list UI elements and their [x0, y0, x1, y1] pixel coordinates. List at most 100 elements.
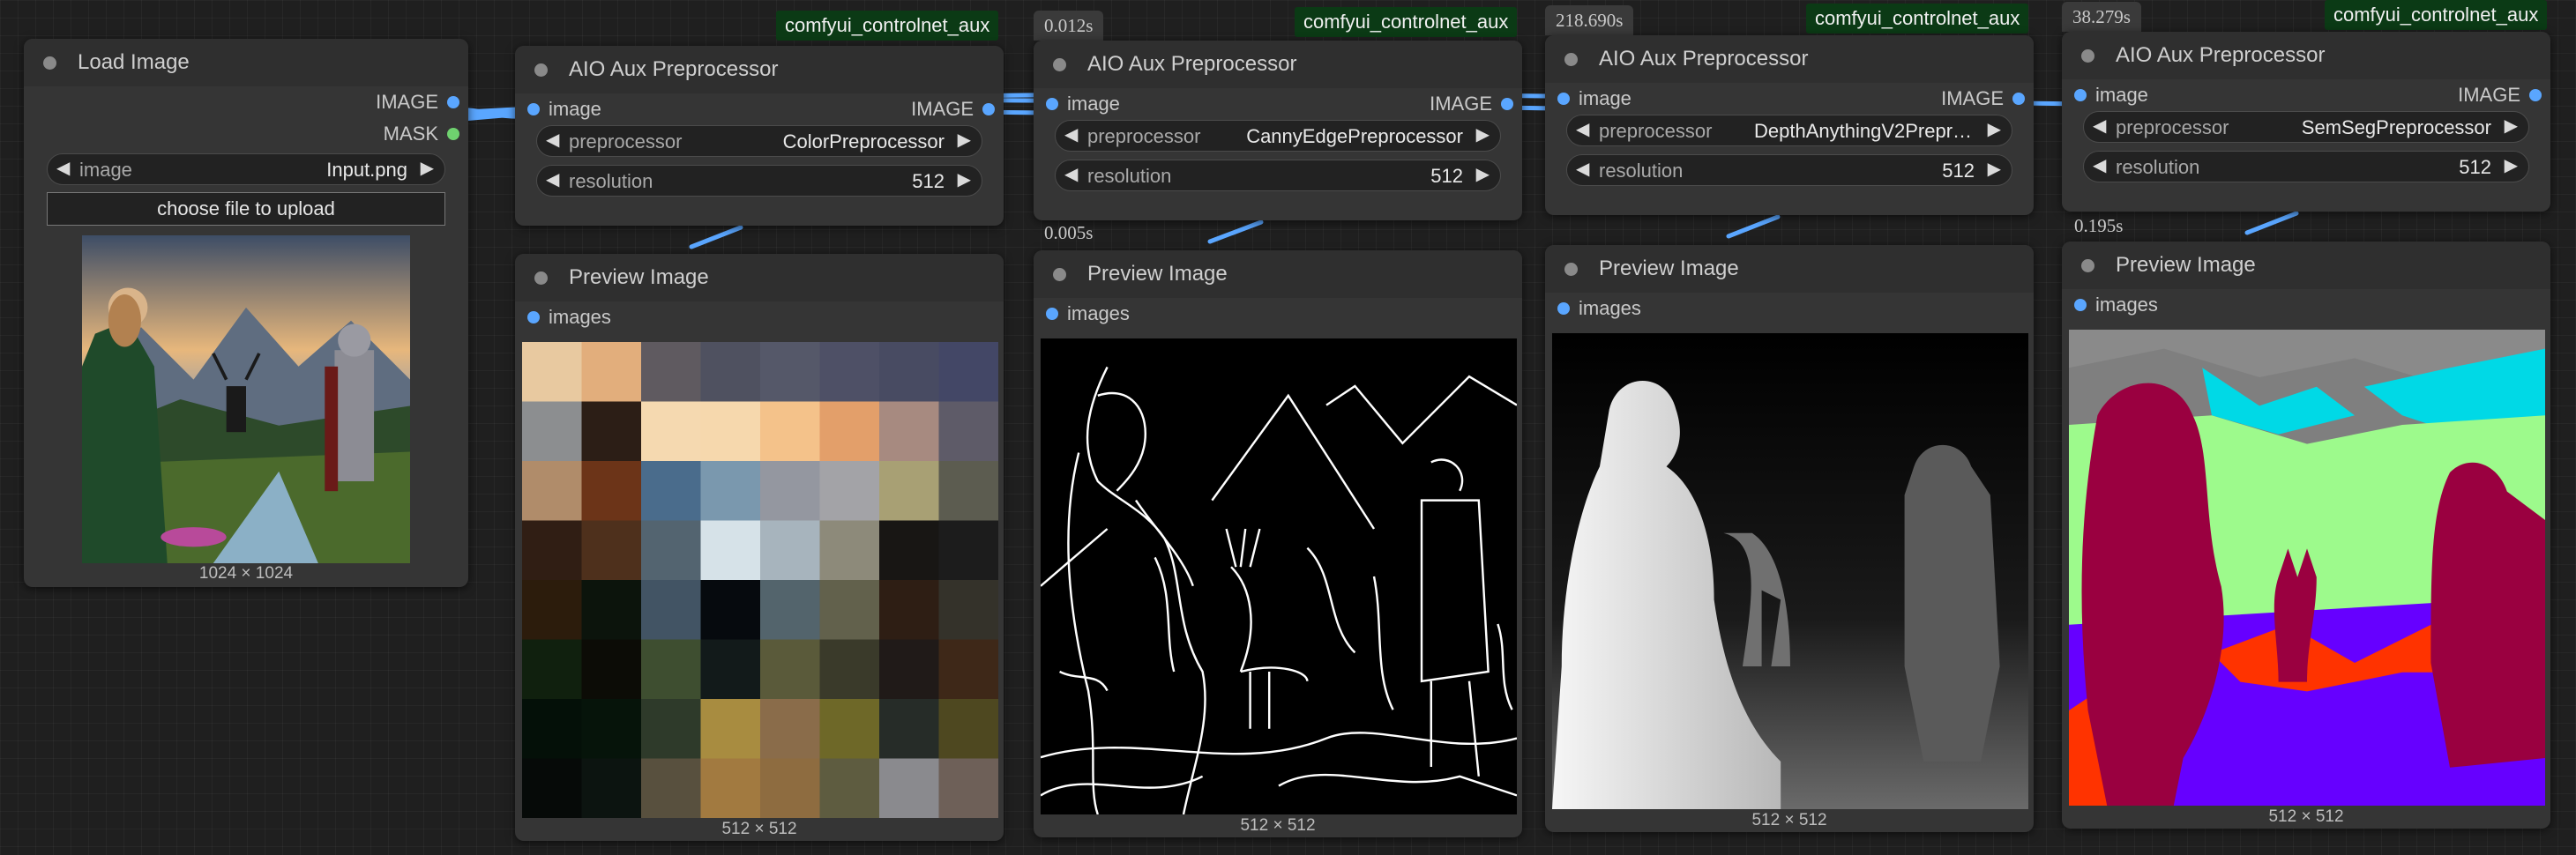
preview-header[interactable]: Preview Image	[1545, 245, 2034, 293]
upload-button[interactable]: choose file to upload	[47, 192, 445, 226]
arrow-left-icon[interactable]: ◀	[1576, 158, 1589, 180]
resolution-number-widget[interactable]: ◀ resolution 512 ▶	[2083, 151, 2529, 182]
preprocessor-combo-widget[interactable]: ◀ preprocessor DepthAnythingV2Prepro… ▶	[1566, 115, 2012, 146]
input-images-slot[interactable]	[1046, 308, 1058, 320]
arrow-left-icon[interactable]: ◀	[1064, 163, 1078, 185]
palette-cell	[938, 758, 998, 818]
input-image-slot[interactable]	[527, 103, 540, 115]
widget-label: image	[79, 159, 132, 181]
input-image-preview	[82, 235, 410, 563]
arrow-left-icon[interactable]: ◀	[1064, 123, 1078, 145]
palette-cell	[522, 342, 583, 403]
widget-value: 512	[912, 170, 945, 192]
resolution-number-widget[interactable]: ◀ resolution 512 ▶	[1566, 154, 2012, 186]
resolution-number-widget[interactable]: ◀ resolution 512 ▶	[1055, 160, 1501, 191]
canny-preview-node[interactable]: Preview Image images 512 × 512	[1034, 250, 1522, 837]
output-image-slot[interactable]	[2012, 93, 2025, 105]
color-preview-node[interactable]: Preview Image images 512 × 512	[515, 254, 1004, 841]
arrow-left-icon[interactable]: ◀	[2093, 115, 2106, 137]
output-mask-slot[interactable]	[447, 128, 459, 140]
output-size-label: 512 × 512	[1240, 816, 1316, 835]
arrow-left-icon[interactable]: ◀	[56, 157, 70, 179]
palette-cell	[581, 758, 643, 818]
preprocessor-header[interactable]: AIO Aux Preprocessor	[2062, 32, 2550, 79]
collapse-dot-icon[interactable]	[2081, 48, 2094, 63]
collapse-dot-icon[interactable]	[1053, 267, 1066, 281]
preprocessor-combo-widget[interactable]: ◀ preprocessor CannyEdgePreprocessor ▶	[1055, 120, 1501, 152]
palette-cell	[819, 758, 881, 818]
palette-cell	[819, 699, 881, 760]
output-image-slot[interactable]	[447, 96, 459, 108]
collapse-dot-icon[interactable]	[43, 56, 56, 70]
collapse-dot-icon[interactable]	[534, 63, 548, 77]
collapse-dot-icon[interactable]	[1564, 262, 1578, 276]
palette-cell	[581, 520, 643, 582]
io-row: image IMAGE	[1545, 83, 2034, 115]
canny-preprocessor-node[interactable]: AIO Aux Preprocessor image IMAGE ◀ prepr…	[1034, 41, 1522, 220]
arrow-left-icon[interactable]: ◀	[546, 168, 559, 190]
link-canny-to-preview	[1207, 219, 1264, 244]
collapse-dot-icon[interactable]	[1053, 57, 1066, 71]
arrow-left-icon[interactable]: ◀	[546, 129, 559, 151]
input-image-slot[interactable]	[2074, 89, 2087, 101]
semseg-preprocessor-node[interactable]: AIO Aux Preprocessor image IMAGE ◀ prepr…	[2062, 32, 2550, 212]
palette-cell	[700, 520, 762, 582]
arrow-right-icon[interactable]: ▶	[1476, 123, 1490, 145]
image-size-label: 1024 × 1024	[198, 564, 294, 583]
output-image-slot[interactable]	[982, 103, 995, 115]
output-image-slot[interactable]	[1501, 98, 1513, 110]
palette-cell	[700, 342, 762, 403]
preprocessor-combo-widget[interactable]: ◀ preprocessor ColorPreprocessor ▶	[536, 125, 982, 157]
arrow-right-icon[interactable]: ▶	[1476, 163, 1490, 185]
palette-cell	[641, 520, 702, 582]
timing-semseg: 38.279s	[2062, 2, 2141, 32]
preview-header[interactable]: Preview Image	[2062, 242, 2550, 289]
preview-header[interactable]: Preview Image	[515, 254, 1004, 301]
preprocessor-header[interactable]: AIO Aux Preprocessor	[1034, 41, 1522, 88]
link-depth-to-preview	[1726, 214, 1781, 239]
palette-cell	[700, 401, 762, 463]
widget-value: Input.png	[326, 159, 407, 181]
image-combo-widget[interactable]: ◀ image Input.png ▶	[47, 153, 445, 185]
resolution-number-widget[interactable]: ◀ resolution 512 ▶	[536, 165, 982, 197]
preprocessor-header[interactable]: AIO Aux Preprocessor	[1545, 35, 2034, 83]
collapse-dot-icon[interactable]	[2081, 258, 2094, 272]
input-images-slot[interactable]	[1557, 302, 1570, 315]
preprocessor-combo-widget[interactable]: ◀ preprocessor SemSegPreprocessor ▶	[2083, 111, 2529, 143]
input-image-slot[interactable]	[1046, 98, 1058, 110]
arrow-left-icon[interactable]: ◀	[2093, 154, 2106, 176]
arrow-right-icon[interactable]: ▶	[1988, 158, 2001, 180]
preview-header[interactable]: Preview Image	[1034, 250, 1522, 298]
canny-edge-output	[1041, 338, 1517, 814]
depth-preprocessor-node[interactable]: AIO Aux Preprocessor image IMAGE ◀ prepr…	[1545, 35, 2034, 215]
preprocessor-header[interactable]: AIO Aux Preprocessor	[515, 46, 1004, 93]
palette-cell	[879, 758, 940, 818]
arrow-right-icon[interactable]: ▶	[2505, 154, 2518, 176]
palette-cell	[819, 520, 881, 582]
arrow-right-icon[interactable]: ▶	[958, 168, 971, 190]
arrow-right-icon[interactable]: ▶	[958, 129, 971, 151]
palette-cell	[879, 461, 940, 522]
arrow-right-icon[interactable]: ▶	[421, 157, 434, 179]
load-image-header[interactable]: Load Image	[24, 39, 468, 86]
input-images-slot[interactable]	[2074, 299, 2087, 311]
node-title: AIO Aux Preprocessor	[1087, 52, 1297, 76]
depth-preview-node[interactable]: Preview Image images 512 × 512	[1545, 245, 2034, 832]
input-image-slot[interactable]	[1557, 93, 1570, 105]
collapse-dot-icon[interactable]	[1564, 52, 1578, 66]
widget-label: resolution	[569, 170, 653, 192]
widget-value: CannyEdgePreprocessor	[1246, 125, 1463, 147]
input-images-slot[interactable]	[527, 311, 540, 323]
semseg-preview-node[interactable]: Preview Image images 512 × 512	[2062, 242, 2550, 829]
arrow-right-icon[interactable]: ▶	[1988, 118, 2001, 140]
widget-label: resolution	[1599, 160, 1684, 182]
widget-label: resolution	[1087, 165, 1172, 187]
color-preprocessor-node[interactable]: AIO Aux Preprocessor image IMAGE ◀ prepr…	[515, 46, 1004, 226]
arrow-left-icon[interactable]: ◀	[1576, 118, 1589, 140]
io-row: image IMAGE	[1034, 88, 1522, 120]
collapse-dot-icon[interactable]	[534, 271, 548, 285]
palette-cell	[819, 580, 881, 641]
arrow-right-icon[interactable]: ▶	[2505, 115, 2518, 137]
output-image-slot[interactable]	[2529, 89, 2542, 101]
load-image-node[interactable]: Load Image IMAGE MASK ◀ image Input.png …	[24, 39, 468, 587]
